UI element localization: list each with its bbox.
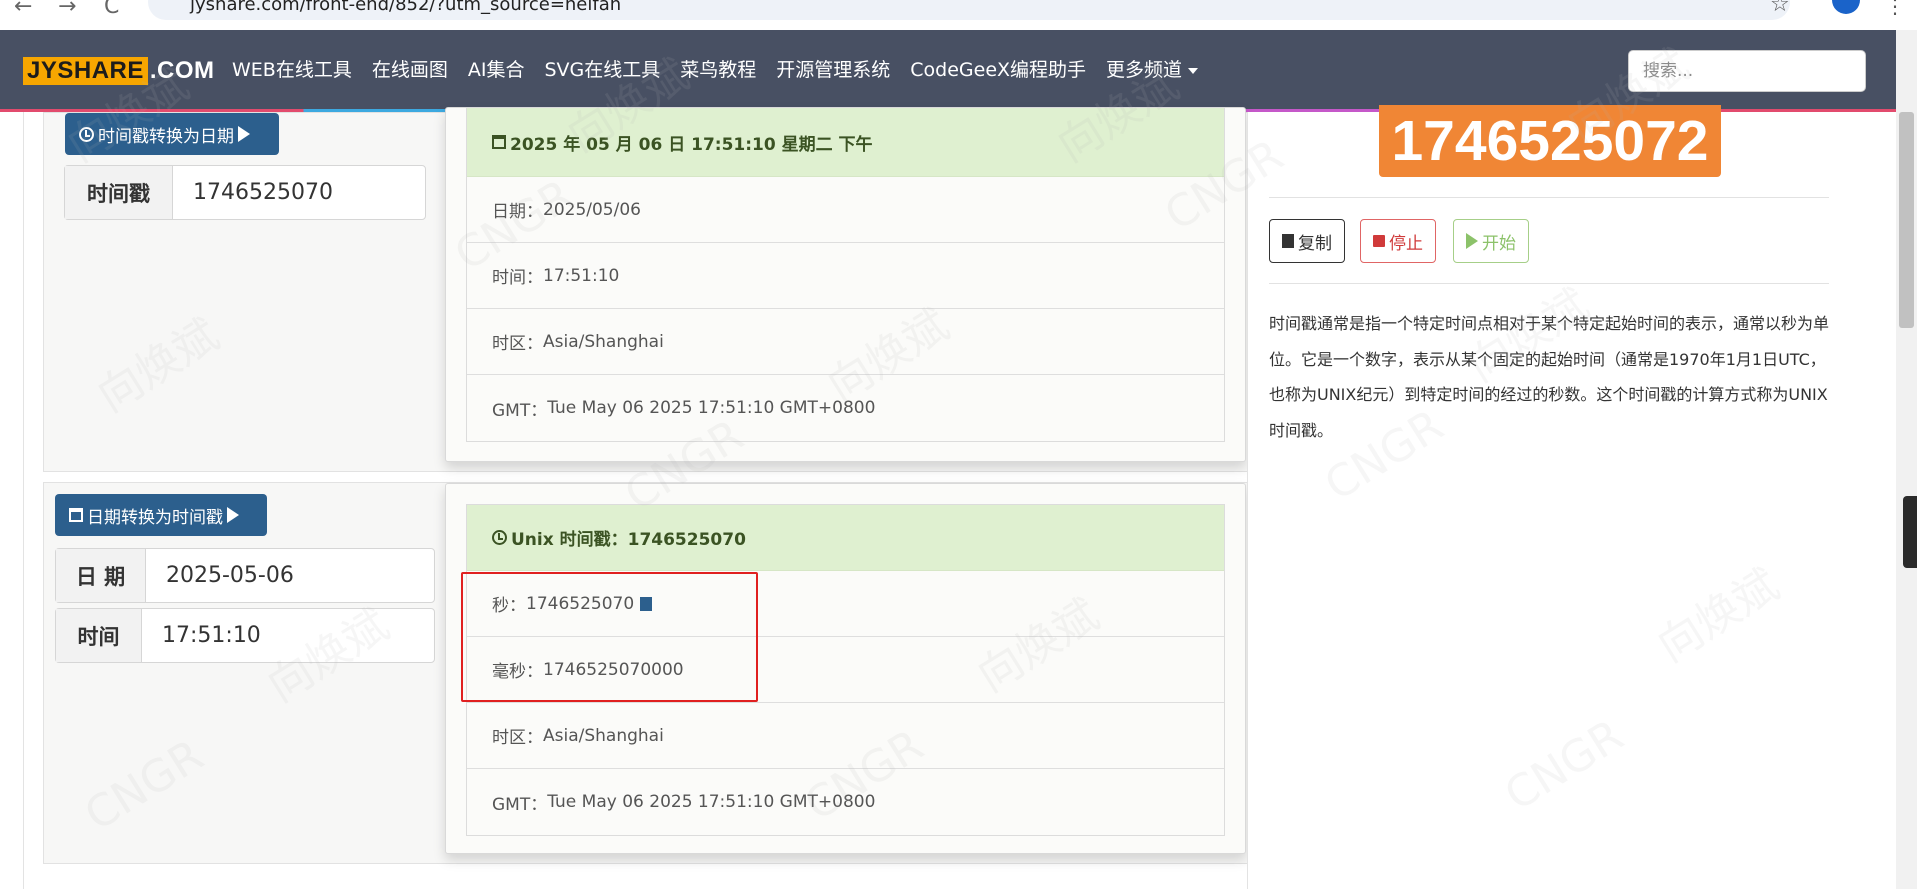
profile-avatar-icon[interactable] xyxy=(1832,0,1860,14)
forward-icon[interactable]: → xyxy=(58,0,76,19)
list-item: 时区： Asia/Shanghai xyxy=(467,703,1224,769)
date-to-ts-button-label: 日期转换为时间戳 xyxy=(87,507,223,528)
copy-button-label: 复制 xyxy=(1298,233,1332,254)
timestamp-input[interactable]: 1746525070 xyxy=(173,180,333,205)
current-timestamp-badge: 1746525072 xyxy=(1379,105,1721,177)
start-button[interactable]: 开始 xyxy=(1453,219,1529,263)
ts-to-date-result-card: 2025 年 05 月 06 日 17:51:10 星期二 下午 日期： 2025… xyxy=(445,107,1246,462)
browser-toolbar: ← → C jyshare.com/front-end/852/?utm_sou… xyxy=(0,0,1917,30)
nav-web-tools[interactable]: WEB在线工具 xyxy=(232,55,352,82)
logo-text-main: JYSHARE xyxy=(23,57,148,85)
nav-runoob-tutorial[interactable]: 菜鸟教程 xyxy=(680,55,756,82)
calendar-icon xyxy=(69,508,83,522)
calendar-icon xyxy=(492,135,506,149)
row-value: 17:51:10 xyxy=(543,265,620,286)
start-button-label: 开始 xyxy=(1482,233,1516,254)
play-icon xyxy=(227,507,239,523)
browser-menu-icon[interactable]: ⋮ xyxy=(1885,0,1905,18)
ts-to-date-result-title: 2025 年 05 月 06 日 17:51:10 星期二 下午 xyxy=(467,108,1224,177)
list-item: 日期： 2025/05/06 xyxy=(467,177,1224,243)
ts-to-date-button[interactable]: 时间戳转换为日期 xyxy=(65,113,279,155)
scrollbar-thumb[interactable] xyxy=(1899,112,1914,328)
time-input[interactable]: 17:51:10 xyxy=(142,623,261,648)
site-logo[interactable]: JYSHARE .COM xyxy=(23,57,215,85)
play-icon xyxy=(1466,233,1478,249)
nav-online-drawing[interactable]: 在线画图 xyxy=(372,55,448,82)
address-bar-url[interactable]: jyshare.com/front-end/852/?utm_source=he… xyxy=(190,0,621,15)
list-item: GMT： Tue May 06 2025 17:51:10 GMT+0800 xyxy=(467,769,1224,835)
divider xyxy=(1269,283,1829,284)
main-nav: WEB在线工具 在线画图 AI集合 SVG在线工具 菜鸟教程 开源管理系统 Co… xyxy=(232,55,1199,82)
row-label: 时间： xyxy=(492,268,543,288)
divider xyxy=(1269,197,1829,198)
date-to-ts-result-title-text: Unix 时间戳：1746525070 xyxy=(511,530,746,550)
timestamp-description: 时间戳通常是指一个特定时间点相对于某个特定起始时间的表示，通常以秒为单位。它是一… xyxy=(1269,314,1830,440)
time-input-label: 时间 xyxy=(56,609,142,662)
row-label: GMT： xyxy=(492,794,548,815)
extension-widget[interactable] xyxy=(1903,496,1917,568)
copy-button[interactable]: 复制 xyxy=(1269,219,1345,263)
back-icon[interactable]: ← xyxy=(14,0,32,19)
row-value: Asia/Shanghai xyxy=(543,725,664,746)
nav-svg-tools[interactable]: SVG在线工具 xyxy=(544,55,660,82)
nav-codegeex[interactable]: CodeGeeX编程助手 xyxy=(910,55,1086,82)
stop-icon xyxy=(1373,235,1385,247)
row-label: 时区： xyxy=(492,728,543,748)
time-input-group: 时间 17:51:10 xyxy=(55,608,435,663)
ts-to-date-result-title-text: 2025 年 05 月 06 日 17:51:10 星期二 下午 xyxy=(510,134,873,155)
row-value: Tue May 06 2025 17:51:10 GMT+0800 xyxy=(547,398,876,418)
nav-open-source-admin[interactable]: 开源管理系统 xyxy=(776,55,890,82)
bookmark-star-icon[interactable]: ☆ xyxy=(1770,0,1790,17)
logo-text-domain: .COM xyxy=(149,57,215,84)
reload-icon[interactable]: C xyxy=(104,0,119,19)
timestamp-input-group: 时间戳 1746525070 xyxy=(64,165,426,220)
row-label: 时区： xyxy=(492,334,543,354)
annotation-highlight-box xyxy=(461,572,758,702)
play-icon xyxy=(238,126,250,142)
ts-to-date-button-label: 时间戳转换为日期 xyxy=(98,126,234,147)
nav-more-label: 更多频道 xyxy=(1106,59,1183,81)
nav-ai-collection[interactable]: AI集合 xyxy=(468,55,525,82)
clock-icon xyxy=(492,530,507,545)
ts-to-date-result-list: 2025 年 05 月 06 日 17:51:10 星期二 下午 日期： 2025… xyxy=(466,108,1225,442)
date-to-ts-result-title: Unix 时间戳：1746525070 xyxy=(467,505,1224,571)
row-value: Asia/Shanghai xyxy=(543,331,664,352)
nav-more-channels[interactable]: 更多频道 xyxy=(1106,55,1199,82)
row-label: 日期： xyxy=(492,202,543,222)
date-to-ts-button[interactable]: 日期转换为时间戳 xyxy=(55,494,267,536)
date-input[interactable]: 2025-05-06 xyxy=(146,563,294,588)
row-value: 2025/05/06 xyxy=(543,199,641,220)
row-value: Tue May 06 2025 17:51:10 GMT+0800 xyxy=(547,792,876,812)
list-item: GMT： Tue May 06 2025 17:51:10 GMT+0800 xyxy=(467,375,1224,441)
timestamp-input-label: 时间戳 xyxy=(65,166,173,219)
row-label: GMT： xyxy=(492,400,548,421)
stop-button-label: 停止 xyxy=(1389,233,1423,254)
copy-icon xyxy=(1282,234,1294,248)
date-input-label: 日 期 xyxy=(56,549,146,602)
date-input-group: 日 期 2025-05-06 xyxy=(55,548,435,603)
list-item: 时间： 17:51:10 xyxy=(467,243,1224,309)
search-input[interactable] xyxy=(1628,50,1866,92)
stop-button[interactable]: 停止 xyxy=(1360,219,1436,263)
list-item: 时区： Asia/Shanghai xyxy=(467,309,1224,375)
chevron-down-icon xyxy=(1188,67,1199,74)
clock-icon xyxy=(79,126,94,142)
